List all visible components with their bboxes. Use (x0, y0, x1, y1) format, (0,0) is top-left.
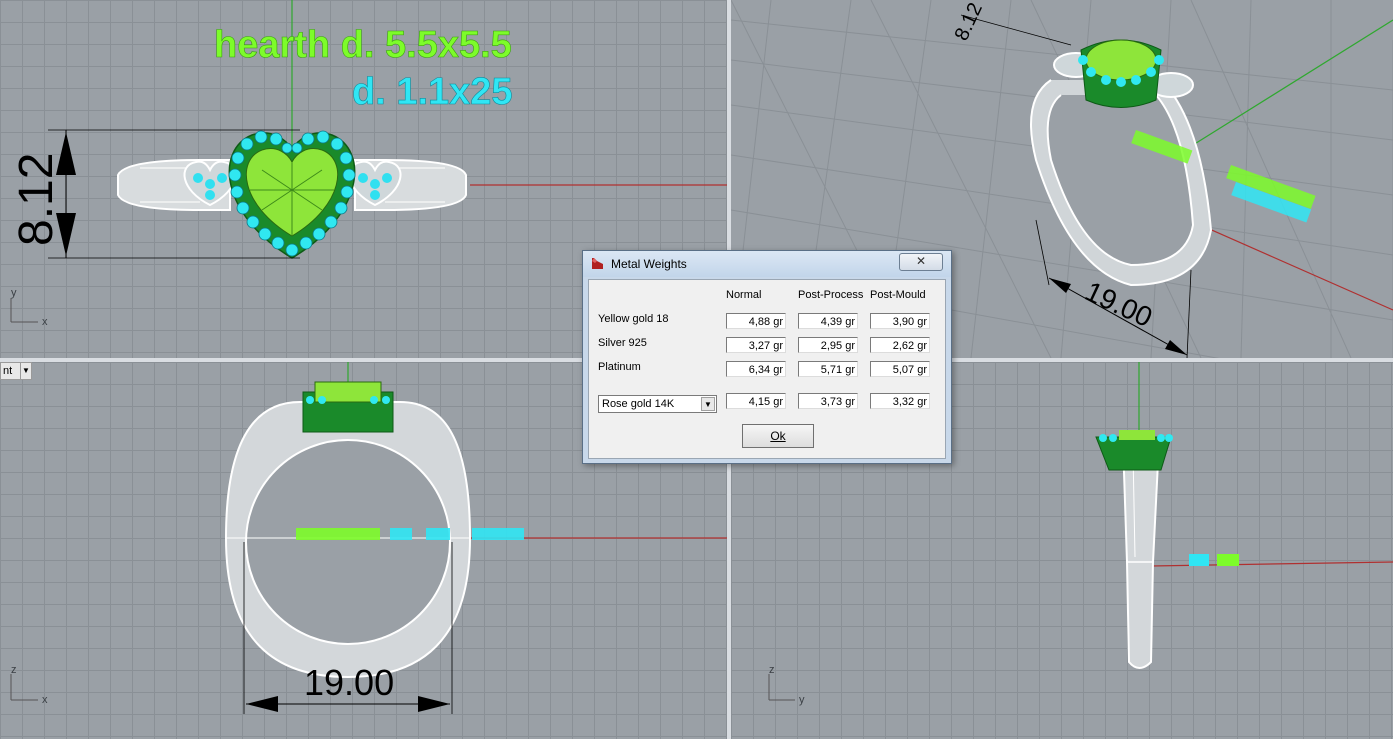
center-stone-front (302, 381, 394, 433)
ok-button-label: Ok (770, 429, 786, 443)
close-button[interactable]: ✕ (899, 253, 943, 271)
yellow-gold-normal-field[interactable]: 4,88 gr (726, 313, 786, 329)
yellow-gold-post-process-field[interactable]: 4,39 gr (798, 313, 858, 329)
center-heart-stone (228, 132, 356, 259)
yellow-gold-post-mould-field[interactable]: 3,90 gr (870, 313, 930, 329)
dialog-title: Metal Weights (611, 257, 687, 271)
front-viewport-title[interactable]: nt ▼ (0, 362, 32, 380)
stone-labels-front (296, 528, 524, 540)
column-header-normal: Normal (726, 289, 762, 301)
svg-text:y: y (799, 694, 805, 706)
chevron-down-icon[interactable]: ▼ (701, 397, 715, 411)
top-dimension-label: 8.12 (10, 153, 63, 246)
selected-metal-post-process-field[interactable]: 3,73 gr (798, 393, 858, 409)
axis-indicator-icon: z y (768, 664, 805, 706)
center-stone-3d (1078, 39, 1164, 108)
selected-metal-post-mould-field[interactable]: 3,32 gr (870, 393, 930, 409)
svg-text:19.00: 19.00 (304, 662, 394, 703)
platinum-post-process-field[interactable]: 5,71 gr (798, 361, 858, 377)
metal-select[interactable]: Rose gold 14K ▼ (598, 395, 717, 413)
annotation-heart-stone: hearth d. 5.5x5.5 (214, 24, 512, 66)
annotation-side-stones: d. 1.1x25 (352, 71, 513, 113)
svg-text:8.12: 8.12 (951, 0, 987, 44)
dialog-content: Normal Post-Process Post-Mould Yellow go… (588, 279, 946, 459)
column-header-post-mould: Post-Mould (870, 289, 926, 301)
silver-post-process-field[interactable]: 2,95 gr (798, 337, 858, 353)
metal-label-silver: Silver 925 (598, 337, 647, 349)
close-icon: ✕ (915, 254, 927, 268)
svg-text:x: x (42, 694, 48, 706)
ring-side (1121, 441, 1161, 669)
platinum-post-mould-field[interactable]: 5,07 gr (870, 361, 930, 377)
dialog-titlebar[interactable]: Metal Weights ✕ (583, 251, 951, 277)
app-icon (592, 258, 603, 269)
ok-button[interactable]: Ok (742, 424, 814, 448)
axis-indicator-icon: z x (10, 664, 48, 706)
dimension-8-12-perspective: 8.12 (951, 0, 1072, 46)
chevron-down-icon[interactable]: ▼ (20, 363, 31, 379)
axis-indicator-icon: y x (10, 287, 48, 328)
stone-labels-side (1189, 554, 1239, 566)
svg-text:x: x (42, 316, 48, 328)
silver-post-mould-field[interactable]: 2,62 gr (870, 337, 930, 353)
metal-weights-dialog: Metal Weights ✕ Normal Post-Process Post… (582, 250, 952, 464)
silver-normal-field[interactable]: 3,27 gr (726, 337, 786, 353)
center-stone-side (1095, 430, 1173, 471)
metal-label-yellow-gold: Yellow gold 18 (598, 313, 669, 325)
platinum-normal-field[interactable]: 6,34 gr (726, 361, 786, 377)
svg-text:y: y (11, 287, 17, 299)
red-axis-line (1150, 561, 1393, 567)
svg-text:z: z (769, 664, 775, 676)
svg-text:z: z (11, 664, 17, 676)
metal-select-value: Rose gold 14K (602, 398, 675, 410)
selected-metal-normal-field[interactable]: 4,15 gr (726, 393, 786, 409)
metal-label-platinum: Platinum (598, 361, 641, 373)
column-header-post-process: Post-Process (798, 289, 864, 301)
